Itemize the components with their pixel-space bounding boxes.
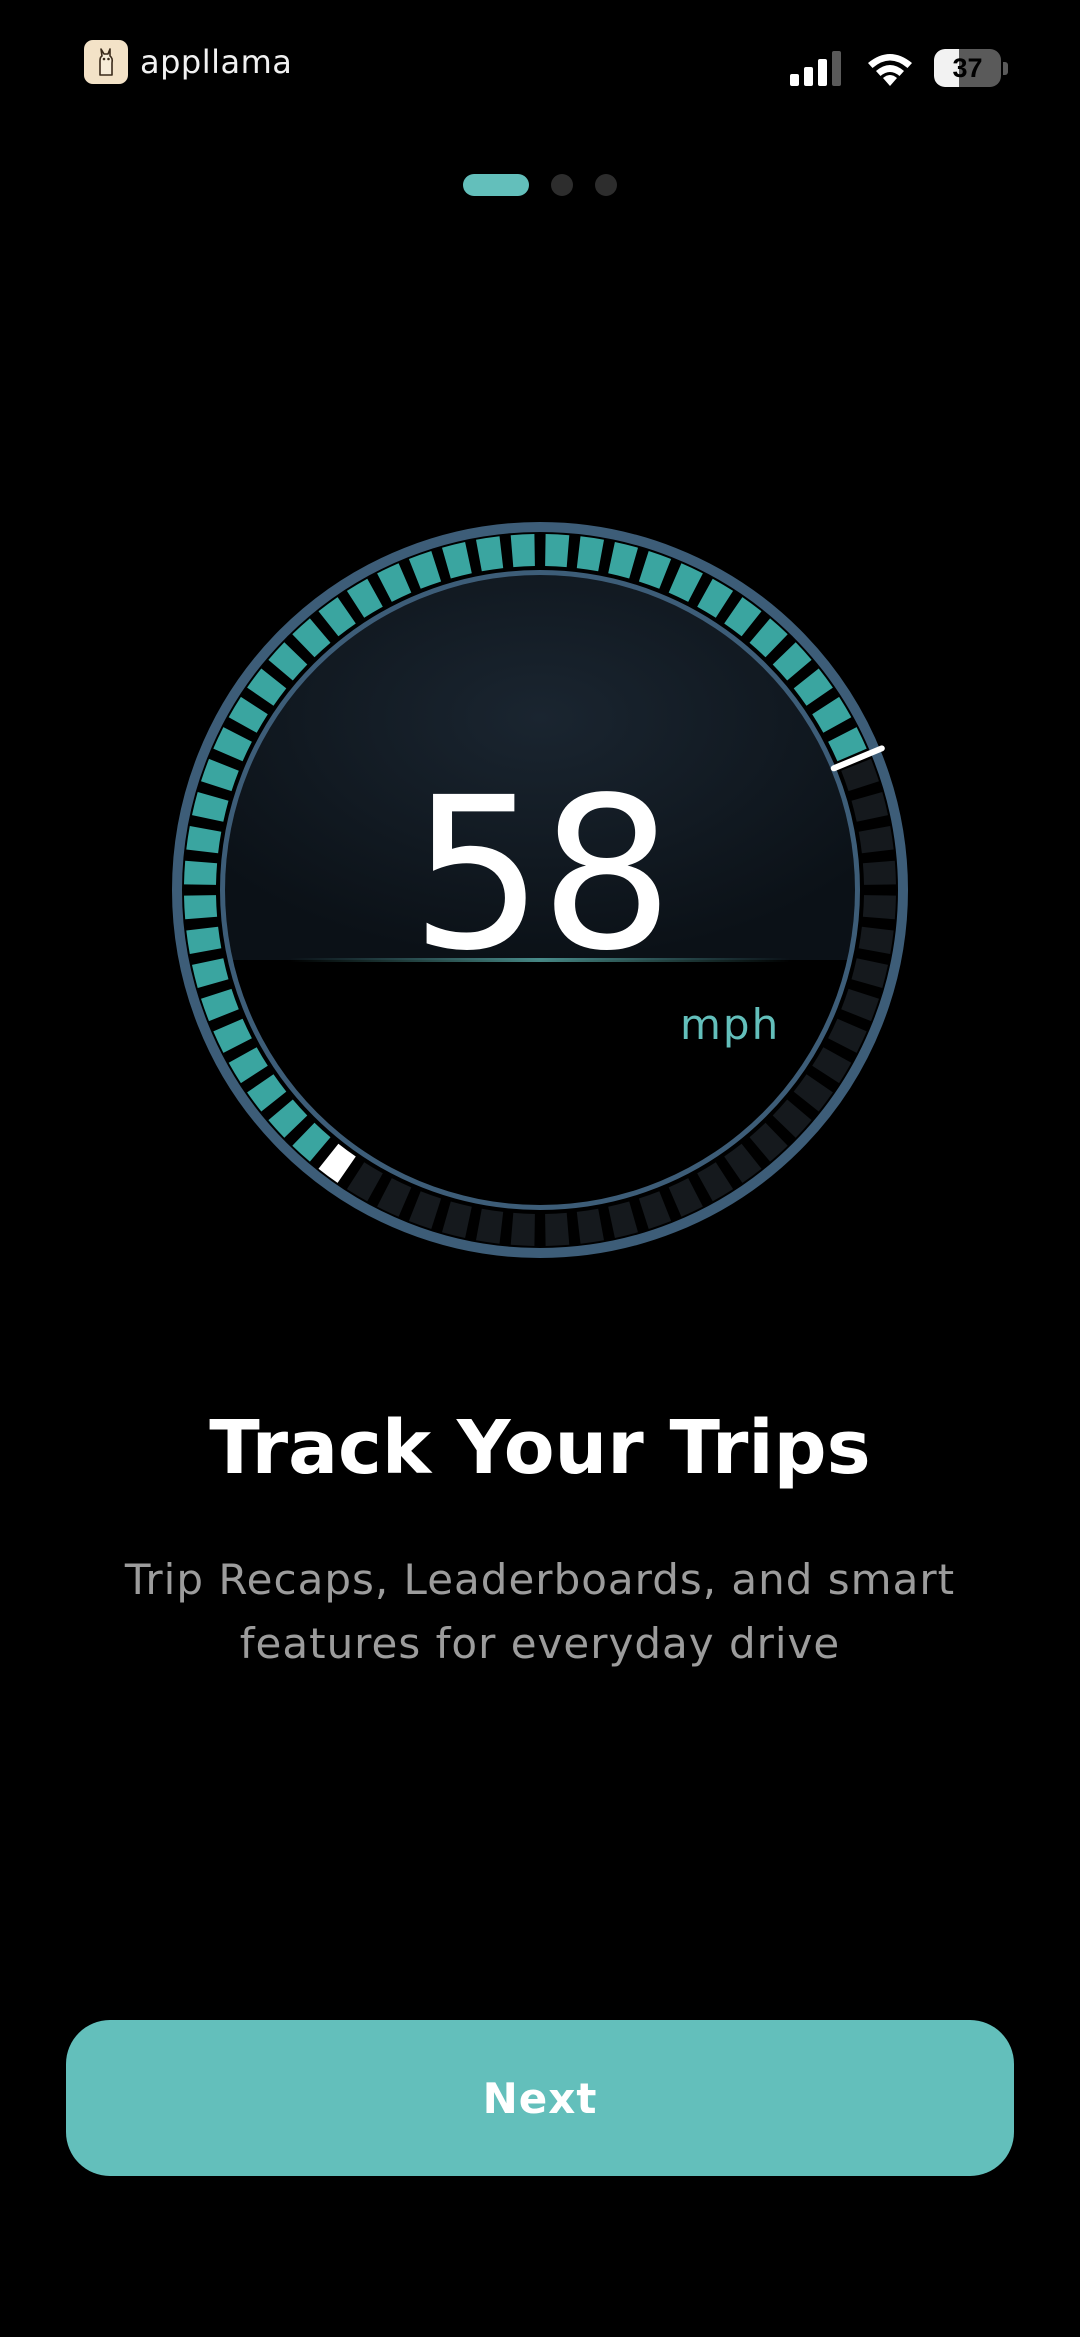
speed-segment (408, 1191, 442, 1229)
speed-segment (668, 1178, 703, 1217)
speed-segment-active (442, 542, 472, 579)
wifi-icon (868, 54, 912, 86)
speed-segment (476, 1208, 504, 1244)
speed-segment-active (668, 563, 703, 602)
speed-segment (545, 1212, 570, 1246)
speed-segment (841, 988, 879, 1022)
speed-segment (638, 1191, 672, 1229)
brand: appllama (84, 40, 292, 84)
speed-segment-active (476, 536, 504, 572)
page-dot (463, 174, 529, 196)
page-dot (551, 174, 573, 196)
page-dot (595, 174, 617, 196)
speed-segment-active (408, 551, 442, 589)
page-indicator (0, 174, 1080, 196)
speed-segment-active (638, 551, 672, 589)
speed-segment (608, 1201, 638, 1238)
battery-indicator: 37 (934, 49, 1008, 87)
speed-segment-active (213, 1018, 252, 1053)
brand-name: appllama (140, 43, 293, 81)
speed-segment-active (510, 534, 535, 568)
status-bar: appllama 37 (0, 0, 1080, 140)
speed-segment (828, 1018, 867, 1053)
speed-segment (442, 1201, 472, 1238)
speed-segment-active (576, 536, 604, 572)
llama-logo-icon (84, 40, 128, 84)
speed-segment-active (201, 988, 239, 1022)
battery-icon: 37 (934, 49, 1002, 87)
speed-segment (510, 1212, 535, 1246)
speed-segment-active (377, 563, 412, 602)
speedometer-gauge: 58 mph (170, 520, 910, 1260)
battery-tip (1003, 61, 1008, 75)
next-button[interactable]: Next (66, 2020, 1014, 2176)
speed-segment-active (608, 542, 638, 579)
speed-segment-active (213, 727, 252, 762)
speed-segment (377, 1178, 412, 1217)
cellular-signal-icon (790, 51, 841, 86)
speed-segment (576, 1208, 604, 1244)
speed-value: 58 (410, 752, 673, 997)
battery-percentage: 37 (952, 52, 983, 83)
speed-unit: mph (680, 1000, 781, 1049)
speed-segment-active (545, 534, 570, 568)
onboarding-title: Track Your Trips (209, 1405, 871, 1491)
status-icons: 37 (790, 48, 1008, 88)
onboarding-subtitle: Trip Recaps, Leaderboards, and smart fea… (124, 1555, 956, 1668)
